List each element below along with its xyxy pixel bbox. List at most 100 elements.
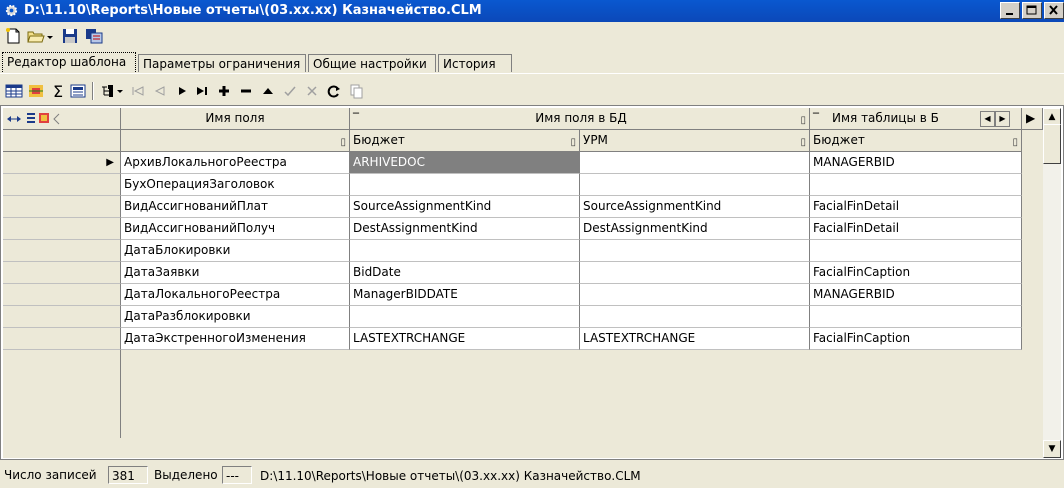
table-cell-urm[interactable] (580, 262, 810, 284)
row-indicator[interactable]: ▶ (3, 152, 121, 174)
collapse-marker[interactable]: ‾ (813, 108, 819, 129)
table-cell-table[interactable]: FacialFinDetail (810, 196, 1022, 218)
tab-history[interactable]: История (438, 54, 512, 72)
table-cell-urm[interactable] (580, 306, 810, 328)
table-cell-table[interactable] (810, 306, 1022, 328)
table-cell-table[interactable]: MANAGERBID (810, 284, 1022, 306)
column-header-table-name[interactable]: ‾ Имя таблицы в Б ◀ ▶ (810, 108, 1022, 130)
row-indicator[interactable] (3, 218, 121, 240)
table-cell-table[interactable] (810, 240, 1022, 262)
save-button[interactable] (60, 27, 80, 45)
prev-record-button[interactable] (150, 81, 170, 101)
table-cell-field[interactable]: ВидАссигнованийПолуч (121, 218, 350, 240)
copy-button[interactable] (346, 81, 366, 101)
table-cell-urm[interactable]: DestAssignmentKind (580, 218, 810, 240)
table-cell-urm[interactable] (580, 284, 810, 306)
table-cell-table[interactable]: FacialFinDetail (810, 218, 1022, 240)
fields-grid[interactable]: Имя поля ‾ Имя поля в БД ▯ ‾ Имя таблицы… (0, 105, 1064, 460)
close-button[interactable] (1044, 2, 1064, 19)
table-cell-field[interactable]: ДатаРазблокировки (121, 306, 350, 328)
table-cell-table[interactable] (810, 174, 1022, 196)
refresh-button[interactable] (324, 81, 344, 101)
table-cell-budget[interactable]: DestAssignmentKind (350, 218, 580, 240)
column-header-db-field-name[interactable]: ‾ Имя поля в БД ▯ (350, 108, 810, 130)
header-expand-arrow[interactable]: ▶ (1022, 108, 1043, 130)
refresh-icon (327, 85, 340, 98)
collapse-marker[interactable]: ‾ (353, 108, 359, 129)
table-cell-field[interactable]: ДатаЗаявки (121, 262, 350, 284)
scroll-thumb[interactable] (1043, 124, 1061, 164)
selected-label: Выделено (154, 468, 218, 482)
table-cell-urm[interactable] (580, 174, 810, 196)
table-cell-table[interactable]: FacialFinCaption (810, 262, 1022, 284)
table-cell-urm[interactable]: LASTEXTRCHANGE (580, 328, 810, 350)
row-indicator[interactable] (3, 328, 121, 350)
tree-button[interactable] (98, 81, 126, 101)
table-cell-urm[interactable] (580, 240, 810, 262)
calculator-button[interactable] (68, 81, 88, 101)
subheader-urm[interactable]: УРМ ▯ (580, 130, 810, 152)
table-cell-urm[interactable] (580, 152, 810, 174)
row-indicator[interactable] (3, 240, 121, 262)
subheader-budget-label: Бюджет (353, 133, 405, 147)
confirm-button[interactable] (280, 81, 300, 101)
table-cell-budget[interactable] (350, 240, 580, 262)
maximize-button[interactable] (1022, 2, 1042, 19)
move-up-button[interactable] (258, 81, 278, 101)
table-cell-budget[interactable]: SourceAssignmentKind (350, 196, 580, 218)
tab-general-settings[interactable]: Общие настройки (308, 54, 436, 72)
vertical-scrollbar[interactable]: ▲ ▼ (1043, 108, 1061, 458)
tab-restriction-parameters[interactable]: Параметры ограничения (138, 54, 306, 72)
subheader-table-budget[interactable]: Бюджет ▯ (810, 130, 1022, 152)
new-document-button[interactable] (4, 27, 24, 45)
column-filter-icon[interactable]: ▯ (340, 132, 346, 151)
column-filter-icon[interactable]: ▯ (800, 110, 806, 129)
first-record-button[interactable] (128, 81, 148, 101)
table-cell-urm[interactable]: SourceAssignmentKind (580, 196, 810, 218)
row-indicator[interactable] (3, 196, 121, 218)
save-as-button[interactable] (84, 27, 104, 45)
add-record-button[interactable] (214, 81, 234, 101)
minimize-button[interactable] (1000, 2, 1020, 19)
calculator-icon (70, 84, 86, 98)
row-indicator[interactable] (3, 262, 121, 284)
maximize-icon (1026, 5, 1037, 15)
table-cell-field[interactable]: ДатаБлокировки (121, 240, 350, 262)
open-dropdown-button[interactable] (46, 27, 56, 45)
column-filter-icon[interactable]: ▯ (570, 132, 576, 151)
subheader-budget[interactable]: Бюджет ▯ (350, 130, 580, 152)
column-header-field-name[interactable]: Имя поля (121, 108, 350, 130)
table-cell-budget[interactable]: ARHIVEDOC (350, 152, 580, 174)
dropdown-arrow-icon (47, 36, 53, 39)
table-cell-field[interactable]: БухОперацияЗаголовок (121, 174, 350, 196)
table-cell-budget[interactable] (350, 174, 580, 196)
table-cell-budget[interactable]: LASTEXTRCHANGE (350, 328, 580, 350)
delete-record-button[interactable] (236, 81, 256, 101)
cancel-button[interactable] (302, 81, 322, 101)
scroll-down-button[interactable]: ▼ (1043, 440, 1061, 458)
column-filter-icon[interactable]: ▯ (800, 132, 806, 151)
tab-template-editor[interactable]: Редактор шаблона (2, 52, 136, 74)
open-button[interactable] (26, 27, 46, 45)
table-cell-table[interactable]: FacialFinCaption (810, 328, 1022, 350)
next-record-button[interactable] (172, 81, 192, 101)
table-cell-field[interactable]: АрхивЛокальногоРеестра (121, 152, 350, 174)
table-cell-field[interactable]: ДатаЭкстренногоИзменения (121, 328, 350, 350)
scroll-left-icon[interactable]: ◀ (980, 111, 995, 127)
row-indicator-header[interactable] (3, 108, 121, 130)
row-indicator[interactable] (3, 284, 121, 306)
fields-button[interactable] (26, 81, 46, 101)
table-cell-budget[interactable]: ManagerBIDDATE (350, 284, 580, 306)
sum-button[interactable]: Σ (48, 81, 68, 101)
table-cell-field[interactable]: ВидАссигнованийПлат (121, 196, 350, 218)
table-cell-table[interactable]: MANAGERBID (810, 152, 1022, 174)
row-indicator[interactable] (3, 174, 121, 196)
last-record-button[interactable] (192, 81, 212, 101)
row-indicator[interactable] (3, 306, 121, 328)
column-filter-icon[interactable]: ▯ (1012, 132, 1018, 151)
table-cell-budget[interactable]: BidDate (350, 262, 580, 284)
table-cell-field[interactable]: ДатаЛокальногоРеестра (121, 284, 350, 306)
grid-view-button[interactable] (4, 81, 24, 101)
scroll-right-icon[interactable]: ▶ (995, 111, 1010, 127)
table-cell-budget[interactable] (350, 306, 580, 328)
